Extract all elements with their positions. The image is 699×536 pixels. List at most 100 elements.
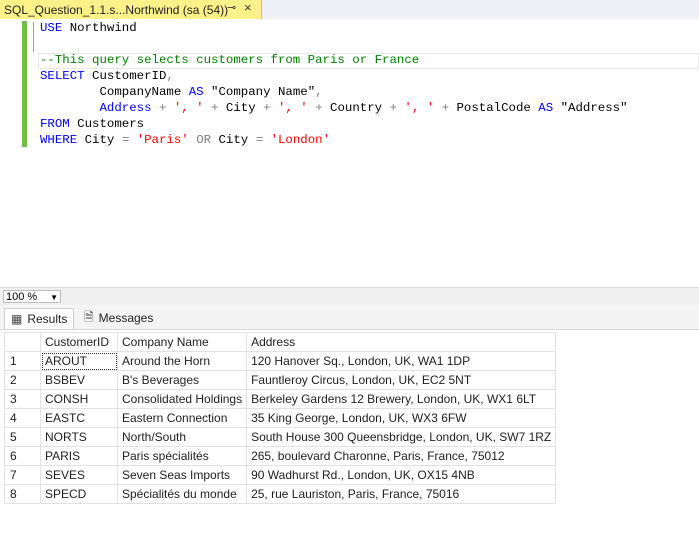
table-cell[interactable]: Paris spécialités bbox=[116, 446, 248, 466]
table-cell[interactable]: Berkeley Gardens 12 Brewery, London, UK,… bbox=[246, 389, 557, 409]
table-row[interactable]: 4 EASTC Eastern Connection 35 King George, … bbox=[4, 408, 557, 428]
code-token: USE bbox=[40, 21, 63, 35]
table-cell[interactable]: Eastern Connection bbox=[116, 408, 248, 428]
table-cell[interactable]: South House 300 Queensbridge, London, UK… bbox=[246, 427, 557, 447]
document-tab[interactable]: SQL_Question_1.1.s...Northwind (sa (54))… bbox=[0, 0, 262, 19]
row-number[interactable]: 5 bbox=[4, 427, 41, 447]
table-cell[interactable]: Fauntleroy Circus, London, UK, EC2 5NT bbox=[246, 370, 557, 390]
column-header[interactable]: Company Name bbox=[116, 332, 248, 352]
grid-icon: ▦ bbox=[11, 312, 23, 326]
results-grid[interactable]: CustomerID Company Name Address 1 AROUT Ar… bbox=[4, 332, 557, 504]
table-row[interactable]: 7 SEVES Seven Seas Imports 90 Wadhurst Rd.,… bbox=[4, 465, 557, 485]
code-line[interactable]: SELECT CustomerID, bbox=[40, 68, 628, 84]
code-token: CompanyName bbox=[40, 85, 189, 99]
code-token: WHERE bbox=[40, 133, 78, 147]
column-header[interactable]: CustomerID bbox=[40, 332, 118, 352]
table-cell[interactable]: SEVES bbox=[40, 465, 118, 485]
code-token: CustomerID bbox=[84, 69, 167, 83]
code-token: Address bbox=[99, 101, 152, 115]
code-token: Country bbox=[322, 101, 390, 115]
table-row[interactable]: 6 PARIS Paris spécialités 265, boulevard Ch… bbox=[4, 446, 557, 466]
table-cell[interactable]: PARIS bbox=[40, 446, 118, 466]
code-line[interactable]: --This query selects customers from Pari… bbox=[40, 52, 628, 68]
code-token: City bbox=[77, 133, 122, 147]
column-header[interactable]: Address bbox=[246, 332, 557, 352]
table-cell[interactable]: North/South bbox=[116, 427, 248, 447]
table-cell[interactable]: Spécialités du monde bbox=[116, 484, 248, 504]
code-token: "Company Name" bbox=[203, 85, 316, 99]
code-line[interactable]: Address + ', ' + City + ', ' + Country +… bbox=[40, 100, 628, 116]
table-cell[interactable]: AROUT bbox=[40, 351, 118, 371]
table-cell[interactable]: SPECD bbox=[40, 484, 118, 504]
code-token: + bbox=[441, 101, 450, 115]
table-row[interactable]: 2 BSBEV B's Beverages Fauntleroy Circus, Lo… bbox=[4, 370, 557, 390]
table-cell[interactable]: 35 King George, London, UK, WX3 6FW bbox=[246, 408, 557, 428]
table-cell[interactable]: Consolidated Holdings bbox=[116, 389, 248, 409]
table-cell[interactable]: CONSH bbox=[40, 389, 118, 409]
code-token: , bbox=[166, 69, 174, 83]
code-line[interactable] bbox=[40, 36, 628, 52]
outline-region-line bbox=[33, 22, 35, 52]
editor-status-strip: 100 % ▼ bbox=[0, 287, 699, 305]
chevron-down-icon: ▼ bbox=[50, 293, 58, 302]
tab-results-label: Results bbox=[27, 312, 68, 326]
code-token: ', ' bbox=[278, 101, 308, 115]
row-number[interactable]: 7 bbox=[4, 465, 41, 485]
tab-results[interactable]: ▦ Results bbox=[4, 308, 74, 329]
code-token: FROM bbox=[40, 117, 70, 131]
code-token: --This query selects customers from Pari… bbox=[40, 53, 420, 67]
table-cell[interactable]: 90 Wadhurst Rd., London, UK, OX15 4NB bbox=[246, 465, 557, 485]
table-row[interactable]: 5 NORTS North/South South House 300 Queensb… bbox=[4, 427, 557, 447]
zoom-select[interactable]: 100 % ▼ bbox=[3, 290, 61, 303]
code-line[interactable]: USE Northwind bbox=[40, 20, 628, 36]
row-number[interactable]: 4 bbox=[4, 408, 41, 428]
code-token: + bbox=[315, 101, 323, 115]
tab-messages[interactable]: 🗎 Messages bbox=[78, 308, 153, 328]
code-token: AS bbox=[188, 85, 204, 99]
table-cell[interactable]: Seven Seas Imports bbox=[116, 465, 248, 485]
code-token: Northwind bbox=[62, 21, 137, 35]
row-number[interactable]: 8 bbox=[4, 484, 41, 504]
table-row[interactable]: 1 AROUT Around the Horn 120 Hanover Sq., Lo… bbox=[4, 351, 557, 371]
code-token: + bbox=[389, 101, 397, 115]
code-token: , bbox=[315, 85, 323, 99]
pin-icon[interactable]: ⊸ bbox=[227, 1, 236, 14]
table-cell[interactable]: NORTS bbox=[40, 427, 118, 447]
code-token: PostalCode bbox=[449, 101, 539, 115]
row-number[interactable]: 3 bbox=[4, 389, 41, 409]
row-number[interactable]: 2 bbox=[4, 370, 41, 390]
code-token: + bbox=[211, 101, 219, 115]
table-row[interactable]: 3 CONSH Consolidated Holdings Berkeley Gard… bbox=[4, 389, 557, 409]
table-cell[interactable]: B's Beverages bbox=[116, 370, 248, 390]
table-cell[interactable]: 25, rue Lauriston, Paris, France, 75016 bbox=[246, 484, 557, 504]
table-cell[interactable]: 120 Hanover Sq., London, UK, WA1 1DP bbox=[246, 351, 557, 371]
code-token: ', ' bbox=[404, 101, 435, 115]
table-cell[interactable]: BSBEV bbox=[40, 370, 118, 390]
code-token: SELECT bbox=[40, 69, 85, 83]
table-cell[interactable]: Around the Horn bbox=[116, 351, 248, 371]
messages-icon: 🗎 bbox=[84, 309, 94, 324]
code-token: = bbox=[255, 133, 264, 147]
table-cell[interactable]: 265, boulevard Charonne, Paris, France, … bbox=[246, 446, 557, 466]
row-number[interactable]: 1 bbox=[4, 351, 41, 371]
code-line[interactable]: WHERE City = 'Paris' OR City = 'London' bbox=[40, 132, 628, 148]
table-cell[interactable]: EASTC bbox=[40, 408, 118, 428]
code-token: OR bbox=[196, 133, 212, 147]
code-text[interactable]: USE Northwind --This query selects custom… bbox=[40, 20, 628, 148]
row-number[interactable]: 6 bbox=[4, 446, 41, 466]
row-number-header[interactable] bbox=[4, 332, 41, 352]
table-row[interactable]: 8 SPECD Spécialités du monde 25, rue Lauris… bbox=[4, 484, 557, 504]
document-tab-bar: SQL_Question_1.1.s...Northwind (sa (54))… bbox=[0, 0, 699, 20]
code-line[interactable]: CompanyName AS "Company Name", bbox=[40, 84, 628, 100]
close-icon[interactable]: × bbox=[244, 0, 252, 15]
code-token: "Address" bbox=[553, 101, 628, 115]
query-editor[interactable]: USE Northwind --This query selects custom… bbox=[0, 19, 699, 287]
document-tab-title: SQL_Question_1.1.s...Northwind (sa (54)) bbox=[4, 2, 229, 17]
code-token: City bbox=[211, 133, 256, 147]
code-line[interactable]: FROM Customers bbox=[40, 116, 628, 132]
